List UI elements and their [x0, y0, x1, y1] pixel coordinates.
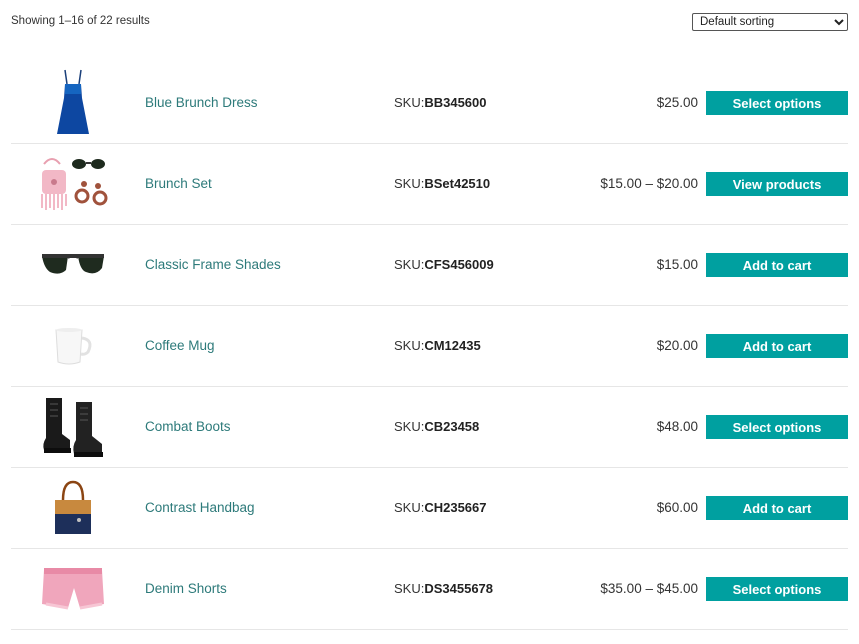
sku-label: SKU:	[394, 95, 425, 110]
product-name-link[interactable]: Coffee Mug	[145, 306, 215, 386]
product-name-link[interactable]: Combat Boots	[145, 387, 231, 467]
product-row: Classic Frame Shades SKU:CFS456009 $15.0…	[11, 225, 848, 306]
add-to-cart-button[interactable]: Add to cart	[706, 253, 848, 277]
product-row: Denim Shorts SKU:DS3455678 $35.00 – $45.…	[11, 549, 848, 630]
product-sku: SKU:CB23458	[394, 387, 479, 467]
brunch-set-icon[interactable]	[38, 150, 108, 218]
product-name-link[interactable]: Blue Brunch Dress	[145, 63, 258, 143]
product-list: Blue Brunch Dress SKU:BB345600 $25.00 Se…	[11, 63, 848, 630]
boots-icon[interactable]	[38, 393, 108, 461]
product-sku: SKU:CFS456009	[394, 225, 494, 305]
dress-icon[interactable]	[38, 69, 108, 137]
view-products-button[interactable]: View products	[706, 172, 848, 196]
product-price: $35.00 – $45.00	[600, 581, 698, 596]
product-row: Coffee Mug SKU:CM12435 $20.00 Add to car…	[11, 306, 848, 387]
product-price: $15.00	[656, 257, 698, 272]
select-options-button[interactable]: Select options	[706, 91, 848, 115]
select-options-button[interactable]: Select options	[706, 577, 848, 601]
product-price: $15.00 – $20.00	[600, 176, 698, 191]
product-price: $20.00	[656, 338, 698, 353]
product-price: $60.00	[656, 500, 698, 515]
result-count: Showing 1–16 of 22 results	[11, 15, 150, 27]
product-sku: SKU:BSet42510	[394, 144, 490, 224]
sku-label: SKU:	[394, 176, 425, 191]
sku-value: BB345600	[424, 95, 487, 110]
product-sku: SKU:BB345600	[394, 63, 487, 143]
add-to-cart-button[interactable]: Add to cart	[706, 496, 848, 520]
mug-icon[interactable]	[38, 312, 108, 380]
sku-value: CM12435	[424, 338, 481, 353]
product-name-link[interactable]: Denim Shorts	[145, 549, 227, 629]
product-price: $25.00	[656, 95, 698, 110]
sku-label: SKU:	[394, 257, 425, 272]
sku-label: SKU:	[394, 419, 425, 434]
product-row: Blue Brunch Dress SKU:BB345600 $25.00 Se…	[11, 63, 848, 144]
product-sku: SKU:CM12435	[394, 306, 481, 386]
shorts-icon[interactable]	[38, 555, 108, 623]
product-price: $48.00	[656, 419, 698, 434]
sku-value: DS3455678	[424, 581, 494, 596]
sku-value: CB23458	[424, 419, 480, 434]
product-row: Contrast Handbag SKU:CH235667 $60.00 Add…	[11, 468, 848, 549]
sku-value: CH235667	[424, 500, 487, 515]
sunglasses-icon[interactable]	[38, 231, 108, 299]
sku-value: BSet42510	[424, 176, 491, 191]
add-to-cart-button[interactable]: Add to cart	[706, 334, 848, 358]
product-name-link[interactable]: Classic Frame Shades	[145, 225, 281, 305]
product-name-link[interactable]: Contrast Handbag	[145, 468, 255, 548]
sku-value: CFS456009	[424, 257, 494, 272]
product-sku: SKU:CH235667	[394, 468, 487, 548]
product-row: Combat Boots SKU:CB23458 $48.00 Select o…	[11, 387, 848, 468]
select-options-button[interactable]: Select options	[706, 415, 848, 439]
product-name-link[interactable]: Brunch Set	[145, 144, 212, 224]
sku-label: SKU:	[394, 500, 425, 515]
sort-select[interactable]: Default sorting	[692, 13, 848, 31]
handbag-icon[interactable]	[38, 474, 108, 542]
product-sku: SKU:DS3455678	[394, 549, 493, 629]
product-row: Brunch Set SKU:BSet42510 $15.00 – $20.00…	[11, 144, 848, 225]
sku-label: SKU:	[394, 581, 425, 596]
sku-label: SKU:	[394, 338, 425, 353]
